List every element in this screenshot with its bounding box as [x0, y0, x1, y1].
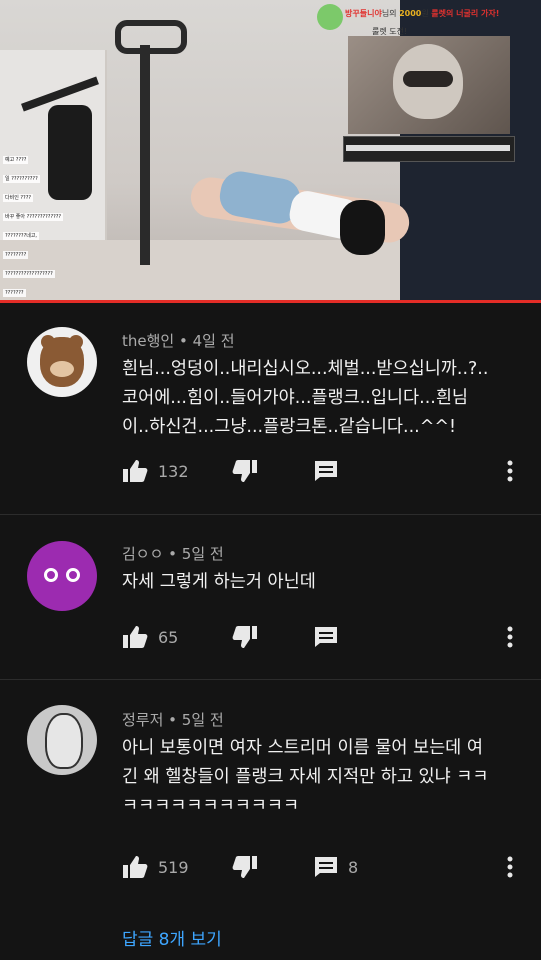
- chat-line: ????????네고,: [3, 232, 40, 240]
- more-options-button[interactable]: [500, 624, 520, 650]
- thumbs-down-icon: [232, 856, 257, 878]
- like-button[interactable]: 519: [122, 854, 189, 880]
- comment-actions: 132: [122, 458, 522, 484]
- roulette-bar: [343, 136, 515, 162]
- chat-line: 일 ??????????: [3, 175, 40, 183]
- reply-button[interactable]: [314, 458, 338, 484]
- like-count: 132: [158, 461, 189, 481]
- more-options-button[interactable]: [500, 458, 520, 484]
- comment-line: 긴 왜 헬창들이 플랭크 자세 지적만 하고 있냐 ㅋㅋ: [122, 767, 489, 787]
- video-progress-bar[interactable]: [0, 300, 541, 303]
- chat-line: 예고 ????: [3, 156, 29, 164]
- manga-avatar-icon[interactable]: [27, 705, 97, 775]
- comment-actions: 519 8: [122, 854, 522, 880]
- like-button[interactable]: 65: [122, 624, 178, 650]
- comment-meta: the행인 • 4일 전: [122, 332, 235, 350]
- reply-button[interactable]: 8: [314, 854, 358, 880]
- donor-name: 방꾸들니야: [345, 9, 382, 18]
- donation-amount: 2000: [399, 9, 422, 18]
- donation-mid: 님의: [381, 9, 397, 18]
- reply-comment-icon: [315, 627, 337, 647]
- like-button[interactable]: 132: [122, 458, 189, 484]
- dislike-button[interactable]: [232, 624, 258, 650]
- comment-line: 아니 보통이면 여자 스트리머 이름 물어 보는데 여: [122, 738, 483, 758]
- comment-text: 자세 그렇게 하는거 아닌데: [122, 568, 522, 597]
- like-count: 519: [158, 857, 189, 877]
- chat-line: 바꾸 좋아 ?????????????: [3, 213, 64, 221]
- raccoon-image: [348, 36, 510, 134]
- reply-count: 8: [348, 857, 359, 877]
- donor-avatar-icon: [317, 4, 343, 30]
- oo-avatar-icon[interactable]: [27, 541, 97, 611]
- comment-divider: [0, 514, 541, 515]
- chat-line: ????????: [3, 251, 29, 259]
- comment-line: 코어에...힘이..들어가야...플랭크..입니다...흰님: [122, 388, 469, 408]
- view-replies-link[interactable]: 답글 8개 보기: [122, 925, 222, 950]
- comment-age: 5일 전: [181, 545, 224, 563]
- chat-line: ???????: [3, 289, 26, 297]
- video-player[interactable]: 예고 ???? 일 ?????????? 다비인 ???? 바꾸 좋아 ????…: [0, 0, 541, 303]
- thumbs-up-icon: [123, 856, 148, 878]
- thumbs-down-icon: [232, 626, 257, 648]
- comment-line: ㅋㅋㅋㅋㅋㅋㅋㅋㅋㅋㅋ: [122, 796, 300, 816]
- more-vertical-icon: [507, 626, 513, 648]
- dislike-button[interactable]: [232, 458, 258, 484]
- comment-age: 4일 전: [192, 332, 235, 350]
- comment-line: 흰님...엉덩이..내리십시오...체벌...받으십니까..?..: [122, 359, 489, 379]
- reply-button[interactable]: [314, 624, 338, 650]
- more-options-button[interactable]: [500, 854, 520, 880]
- comment-text: 아니 보통이면 여자 스트리머 이름 물어 보는데 여 긴 왜 헬창들이 플랭크…: [122, 734, 522, 821]
- comment-meta: 김ㅇㅇ • 5일 전: [122, 545, 224, 563]
- comment-text: 흰님...엉덩이..내리십시오...체벌...받으십니까..?.. 코어에...…: [122, 355, 522, 442]
- more-vertical-icon: [507, 856, 513, 878]
- comment-age: 5일 전: [181, 711, 224, 729]
- dislike-button[interactable]: [232, 854, 258, 880]
- stream-chat-overlay: 예고 ???? 일 ?????????? 다비인 ???? 바꾸 좋아 ????…: [3, 153, 73, 303]
- chat-line: ??????????????????: [3, 270, 55, 278]
- donation-unit: 원: [421, 9, 429, 18]
- comment-line: 자세 그렇게 하는거 아닌데: [122, 572, 316, 592]
- reply-comment-icon: [315, 461, 337, 481]
- donation-message: 룰렛의 너굴리 가자!: [431, 9, 500, 18]
- comment-author[interactable]: 김ㅇㅇ: [122, 545, 163, 563]
- like-count: 65: [158, 627, 179, 647]
- bear-avatar-icon[interactable]: [27, 327, 97, 397]
- progress-fill: [0, 300, 541, 303]
- thumbs-up-icon: [123, 460, 148, 482]
- streamer-planking: [150, 168, 412, 280]
- reply-comment-icon: [315, 857, 337, 877]
- donation-alert: 방꾸들니야님의 2000원 룰렛의 너굴리 가자! 룰렛 도전!: [317, 2, 522, 36]
- more-vertical-icon: [507, 460, 513, 482]
- comment-author[interactable]: the행인: [122, 332, 174, 350]
- comment-author[interactable]: 정루저: [122, 711, 163, 729]
- thumbs-down-icon: [232, 460, 257, 482]
- comment-meta: 정루저 • 5일 전: [122, 711, 224, 729]
- comment-divider: [0, 679, 541, 680]
- thumbs-up-icon: [123, 626, 148, 648]
- comment-actions: 65: [122, 624, 522, 650]
- chat-line: 다비인 ????: [3, 194, 34, 202]
- comment-line: 이..하신건...그냥...플랑크톤..같습니다...^^!: [122, 417, 457, 437]
